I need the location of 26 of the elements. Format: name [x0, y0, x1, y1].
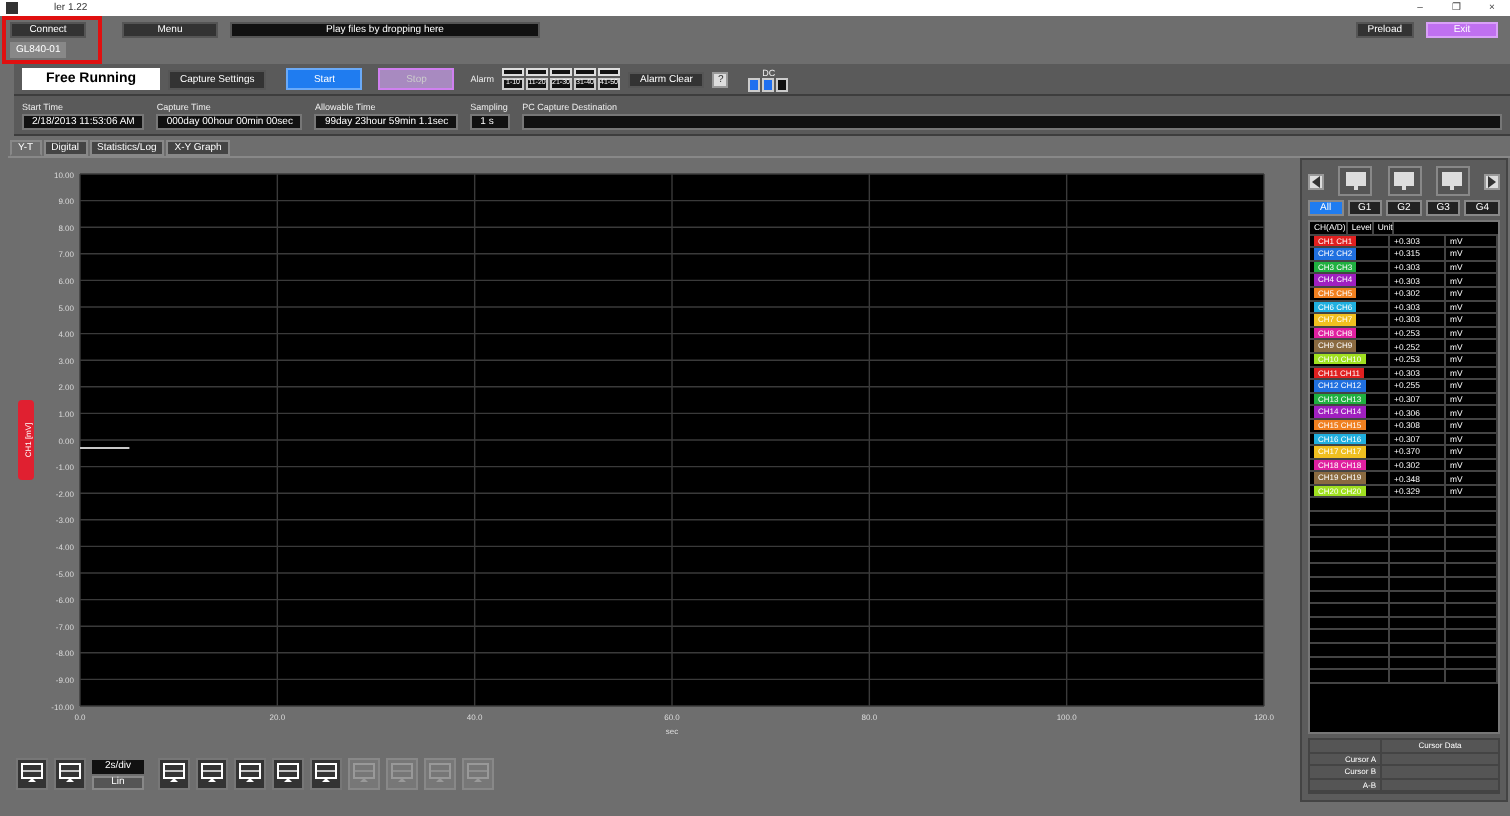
view-button[interactable]	[1435, 166, 1470, 196]
toolbar-button[interactable]	[272, 758, 304, 790]
toolbar-button[interactable]	[54, 758, 86, 790]
arrow-button[interactable]	[1484, 173, 1500, 189]
chart-icon	[200, 762, 224, 786]
monitor-icon	[1392, 170, 1416, 192]
chart-icon	[276, 762, 300, 786]
left-arrow-icon	[1310, 175, 1322, 187]
monitor-icon	[1440, 170, 1465, 192]
toolbar-button[interactable]	[16, 758, 48, 790]
toolbar-button[interactable]	[158, 758, 190, 790]
arrow-button[interactable]	[1308, 173, 1324, 189]
chart-icon	[20, 762, 44, 786]
right-arrow-icon	[1486, 175, 1498, 187]
toolbar-button[interactable]	[196, 758, 228, 790]
toolbar-button[interactable]	[234, 758, 266, 790]
view-button[interactable]	[1387, 166, 1421, 196]
view-button[interactable]	[1338, 166, 1373, 196]
chart-icon	[58, 762, 82, 786]
data-line	[79, 447, 131, 449]
toolbar-button[interactable]	[310, 758, 342, 790]
chart-icon	[162, 762, 186, 786]
app-icon	[6, 2, 18, 14]
monitor-icon	[1343, 170, 1368, 192]
chart-icon	[238, 762, 262, 786]
chart-icon	[314, 762, 338, 786]
